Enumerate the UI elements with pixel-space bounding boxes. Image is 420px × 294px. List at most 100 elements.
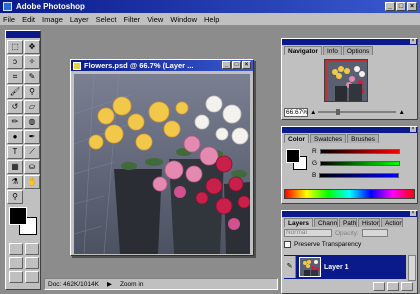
app-title-bar: Adobe Photoshop _ □ ×: [0, 0, 420, 13]
menu-window[interactable]: Window: [170, 15, 197, 24]
dodge-tool-icon[interactable]: ●: [7, 130, 23, 144]
zoom-in-icon[interactable]: ▲: [398, 109, 404, 116]
lasso-tool-icon[interactable]: ↄ: [7, 55, 23, 69]
crop-tool-icon[interactable]: ⌗: [7, 70, 23, 84]
magic-wand-tool-icon[interactable]: ✧: [24, 55, 40, 69]
menu-filter[interactable]: Filter: [124, 15, 141, 24]
layer-row[interactable]: ✎ Layer 1: [284, 255, 406, 279]
tab-brushes[interactable]: Brushes: [347, 134, 380, 143]
full-screen-menu-button[interactable]: [25, 257, 39, 269]
layer-visibility-icon[interactable]: ✎: [284, 256, 296, 278]
document-title-bar[interactable]: Flowers.psd @ 66.7% (Layer ... _ □ ×: [71, 60, 253, 71]
rubber-stamp-tool-icon[interactable]: ⚲: [24, 85, 40, 99]
menu-help[interactable]: Help: [204, 15, 219, 24]
navigator-palette: × Navigator Info Options 66.67% ▲ ▲: [281, 38, 418, 120]
palette-close-icon[interactable]: ×: [410, 211, 416, 216]
tab-navigator[interactable]: Navigator: [284, 46, 322, 55]
tab-actions[interactable]: Actions: [380, 218, 403, 227]
red-slider[interactable]: [319, 148, 400, 154]
status-bar: Doc: 462K/1014K ▶ Zoom in: [44, 278, 278, 290]
new-layer-mask-button[interactable]: [373, 282, 385, 291]
document-window-buttons: _ □ ×: [222, 61, 251, 69]
app-title: Adobe Photoshop: [16, 2, 85, 11]
layer-buttons: [373, 282, 413, 291]
doc-size-readout[interactable]: Doc: 462K/1014K: [48, 281, 99, 288]
menu-edit[interactable]: Edit: [22, 15, 35, 24]
color-spectrum-bar[interactable]: [284, 189, 415, 199]
blue-channel-label: B: [312, 171, 317, 179]
full-screen-button[interactable]: [9, 271, 23, 283]
paint-bucket-tool-icon[interactable]: ⛀: [24, 160, 40, 174]
measure-tool-icon[interactable]: ⟋: [24, 145, 40, 159]
tab-channels[interactable]: Channels: [313, 218, 338, 227]
delete-layer-button[interactable]: [401, 282, 413, 291]
layers-scrollbar[interactable]: [408, 255, 416, 281]
palette-close-icon[interactable]: ×: [410, 127, 416, 132]
navigator-zoom-field[interactable]: 66.67%: [284, 107, 308, 117]
document-icon: [73, 61, 81, 70]
tab-swatches[interactable]: Swatches: [309, 134, 347, 143]
eraser-tool-icon[interactable]: ▱: [24, 100, 40, 114]
jump-to-button[interactable]: [25, 271, 39, 283]
menu-layer[interactable]: Layer: [70, 15, 89, 24]
navigator-palette-title-bar[interactable]: ×: [282, 39, 417, 45]
status-tool-hint: Zoom in: [119, 280, 144, 288]
history-brush-tool-icon[interactable]: ↺: [7, 100, 23, 114]
blue-slider[interactable]: [319, 172, 400, 178]
layers-mode-row: Normal Opacity:: [284, 229, 388, 237]
color-swatches: [9, 207, 37, 235]
tab-layers[interactable]: Layers: [284, 218, 313, 227]
photoshop-app-icon[interactable]: [3, 2, 12, 11]
zoom-out-icon[interactable]: ▲: [310, 109, 316, 116]
type-tool-icon[interactable]: T: [7, 145, 23, 159]
preserve-transparency-checkbox[interactable]: [284, 241, 291, 248]
status-arrow-icon[interactable]: ▶: [107, 280, 112, 288]
layers-palette-title-bar[interactable]: ×: [282, 211, 417, 217]
close-button[interactable]: ×: [407, 2, 417, 11]
maximize-button[interactable]: □: [396, 2, 406, 11]
blend-mode-select[interactable]: Normal: [284, 229, 332, 237]
blur-tool-icon[interactable]: ◍: [24, 115, 40, 129]
airbrush-tool-icon[interactable]: ✎: [24, 70, 40, 84]
zoom-tool-icon[interactable]: ⚲: [7, 190, 23, 204]
move-tool-icon[interactable]: ✥: [24, 40, 40, 54]
foreground-color-swatch[interactable]: [9, 207, 27, 225]
doc-maximize-button[interactable]: □: [232, 61, 241, 69]
image-canvas[interactable]: [74, 74, 250, 254]
tab-info[interactable]: Info: [322, 46, 342, 55]
palette-foreground-swatch[interactable]: [286, 149, 300, 163]
color-palette-title-bar[interactable]: ×: [282, 127, 417, 133]
tab-color[interactable]: Color: [284, 134, 309, 143]
marquee-tool-icon[interactable]: ⬚: [7, 40, 23, 54]
mode-buttons: [9, 243, 39, 283]
pen-tool-icon[interactable]: ✒: [24, 130, 40, 144]
menu-file[interactable]: File: [3, 15, 15, 24]
eyedropper-tool-icon[interactable]: ⚗: [7, 175, 23, 189]
document-title: Flowers.psd @ 66.7% (Layer ...: [84, 61, 194, 70]
opacity-label: Opacity:: [335, 229, 359, 237]
hand-tool-icon[interactable]: ✋: [24, 175, 40, 189]
paintbrush-tool-icon[interactable]: 🖌: [7, 85, 23, 99]
menu-view[interactable]: View: [147, 15, 163, 24]
menu-select[interactable]: Select: [96, 15, 117, 24]
new-layer-button[interactable]: [387, 282, 399, 291]
gradient-tool-icon[interactable]: ▦: [7, 160, 23, 174]
standard-screen-button[interactable]: [9, 257, 23, 269]
layers-tabs: Layers Channels Paths History Actions: [282, 217, 417, 227]
opacity-field[interactable]: [361, 229, 388, 237]
doc-minimize-button[interactable]: _: [222, 61, 231, 69]
menu-image[interactable]: Image: [42, 15, 63, 24]
palette-close-icon[interactable]: ×: [410, 39, 416, 44]
tab-options[interactable]: Options: [342, 46, 374, 55]
pencil-tool-icon[interactable]: ✏: [7, 115, 23, 129]
navigator-zoom-slider[interactable]: [318, 109, 397, 115]
tab-paths[interactable]: Paths: [338, 218, 357, 227]
navigator-thumbnail[interactable]: [324, 59, 368, 102]
standard-mode-button[interactable]: [9, 243, 23, 255]
doc-close-button[interactable]: ×: [242, 61, 251, 69]
minimize-button[interactable]: _: [385, 2, 395, 11]
tab-history[interactable]: History: [357, 218, 380, 227]
green-slider[interactable]: [320, 160, 401, 166]
quick-mask-mode-button[interactable]: [25, 243, 39, 255]
toolbox-title-bar[interactable]: [6, 31, 40, 38]
